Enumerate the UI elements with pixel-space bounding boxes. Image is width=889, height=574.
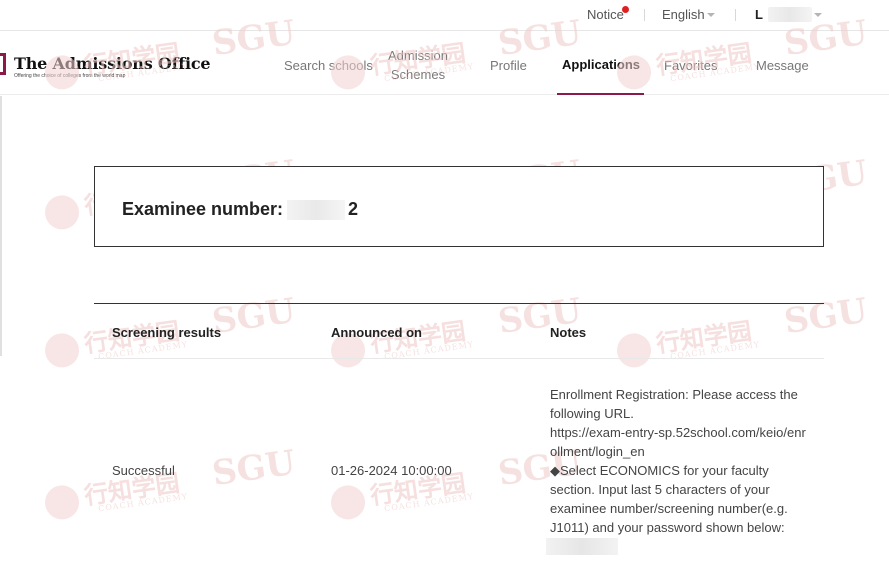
watermark-seal (614, 331, 654, 370)
watermark-seal (42, 193, 82, 232)
watermark-sgu: SGU (781, 290, 870, 342)
watermark-seal (42, 483, 82, 522)
header-announced-on: Announced on (331, 325, 422, 340)
table-header-divider (94, 358, 824, 359)
table-top-border (94, 303, 824, 304)
password-redacted (546, 538, 618, 555)
watermark-sgu: SGU (209, 442, 298, 494)
announced-on-value: 01-26-2024 10:00:00 (331, 463, 452, 478)
examinee-number-value: 2 (348, 199, 359, 219)
header-screening-results: Screening results (112, 325, 222, 340)
divider (644, 9, 645, 21)
active-tab-indicator (557, 93, 644, 95)
watermark-seal (42, 331, 82, 370)
nav-profile[interactable]: Profile (490, 56, 527, 75)
watermark-seal (328, 483, 368, 522)
chevron-down-icon[interactable] (814, 13, 822, 17)
nav-search-schools[interactable]: Search schools (284, 56, 373, 75)
brand-tagline: Offering the choice of colleges from the… (14, 73, 126, 79)
notice-link[interactable]: Notice (587, 7, 624, 22)
nav-admission-schemes[interactable]: Admission Schemes (384, 46, 452, 84)
nav-admission-line2: Schemes (390, 67, 446, 82)
notes-enrollment-url[interactable]: https://exam-entry-sp.52school.com/keio/… (550, 423, 812, 461)
notes-cell: Enrollment Registration: Please access t… (550, 385, 812, 537)
watermark-academy: COACH ACADEMY (383, 491, 475, 514)
brand-name[interactable]: The Admissions Office (14, 54, 211, 73)
main-header: The Admissions Office Offering the choic… (0, 31, 889, 95)
watermark-sgu: SGU (209, 290, 298, 342)
screening-result-value: Successful (112, 463, 175, 478)
user-name-redacted (768, 7, 812, 22)
nav-favorites[interactable]: Favorites (664, 56, 717, 75)
header-notes: Notes (550, 325, 587, 340)
divider (735, 9, 736, 21)
top-utility-bar: Notice English L (0, 0, 889, 31)
nav-applications[interactable]: Applications (562, 55, 640, 74)
chevron-down-icon[interactable] (707, 13, 715, 17)
notes-instructions-text: ◆Select ECONOMICS for your faculty secti… (550, 463, 788, 535)
nav-message[interactable]: Message (756, 56, 809, 75)
examinee-number-panel: Examinee number: 2 (94, 166, 824, 247)
notice-unread-dot (622, 6, 629, 13)
watermark-cn: 行知学园 (654, 316, 754, 359)
left-edge-strip (0, 96, 2, 356)
user-menu-initial[interactable]: L (755, 7, 763, 22)
nav-admission-line1: Admission (388, 48, 448, 63)
language-selector[interactable]: English (662, 7, 705, 22)
examinee-number-label: Examinee number: (122, 199, 284, 219)
notes-registration-text: Enrollment Registration: Please access t… (550, 387, 798, 421)
watermark-academy: COACH ACADEMY (97, 491, 189, 514)
logo-icon[interactable] (0, 53, 6, 75)
examinee-number-redacted (287, 200, 345, 220)
